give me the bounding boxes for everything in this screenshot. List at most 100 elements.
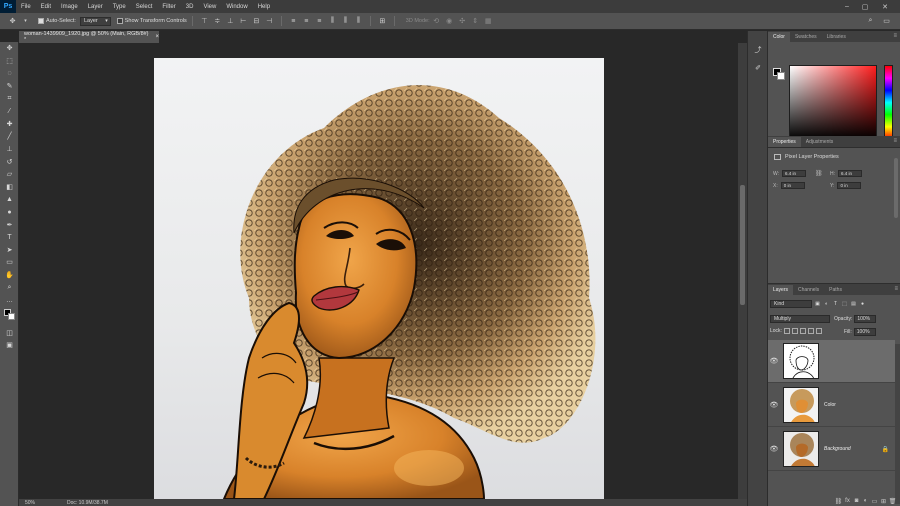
color-swatch-icon[interactable] xyxy=(0,306,19,326)
auto-select-option[interactable]: Auto-Select: xyxy=(38,18,76,24)
tab-adjustments[interactable]: Adjustments xyxy=(801,137,839,147)
scrollbar-thumb[interactable] xyxy=(740,185,745,305)
move-tool-icon[interactable]: ✥ xyxy=(8,17,17,26)
filter-toggle-icon[interactable]: ● xyxy=(859,301,866,308)
blur-tool-icon[interactable]: ▲ xyxy=(0,193,19,206)
width-input[interactable]: 6.4 in xyxy=(782,170,807,177)
3d-rotate-icon[interactable]: ⟲ xyxy=(432,17,441,26)
distribute-left-icon[interactable]: ⫼ xyxy=(328,17,337,26)
3d-roll-icon[interactable]: ◉ xyxy=(445,17,454,26)
quick-select-tool-icon[interactable]: ✎ xyxy=(0,80,19,93)
pen-tool-icon[interactable]: ✒ xyxy=(0,218,19,231)
shape-tool-icon[interactable]: ▭ xyxy=(0,256,19,269)
lock-pixels-icon[interactable] xyxy=(791,328,798,334)
menu-filter[interactable]: Filter xyxy=(157,4,180,10)
history-brush-tool-icon[interactable]: ↺ xyxy=(0,155,19,168)
tab-color[interactable]: Color xyxy=(768,32,790,42)
menu-file[interactable]: File xyxy=(16,4,36,10)
filter-pixel-icon[interactable]: ▣ xyxy=(814,301,821,308)
new-group-icon[interactable]: ▭ xyxy=(870,498,879,505)
filter-smart-object-icon[interactable]: ▤ xyxy=(850,301,857,308)
menu-help[interactable]: Help xyxy=(253,4,275,10)
screen-mode-icon[interactable]: ▣ xyxy=(0,339,19,352)
hand-tool-icon[interactable]: ✋ xyxy=(0,269,19,282)
close-window-icon[interactable]: ✕ xyxy=(878,0,892,13)
visibility-eye-icon[interactable]: 👁 xyxy=(768,445,780,453)
layer-name[interactable]: Background xyxy=(824,446,851,452)
maximize-icon[interactable]: ▢ xyxy=(858,0,872,13)
hue-slider[interactable] xyxy=(884,65,893,140)
brush-panel-icon[interactable]: ✐ xyxy=(748,59,768,77)
zoom-level[interactable]: 50% xyxy=(25,500,35,506)
tab-swatches[interactable]: Swatches xyxy=(790,32,822,42)
distribute-hcenter-icon[interactable]: ⫼ xyxy=(341,17,350,26)
layer-row-sketch[interactable]: 👁 xyxy=(768,340,895,383)
menu-view[interactable]: View xyxy=(198,4,221,10)
document-tab[interactable]: woman-1439909_1920.jpg @ 50% (Main, RGB/… xyxy=(19,31,159,43)
layer-name[interactable]: Color xyxy=(824,402,836,408)
transform-controls-checkbox[interactable] xyxy=(116,18,123,24)
filter-type-icon[interactable]: T xyxy=(832,301,839,308)
link-dimensions-icon[interactable]: ⛓ xyxy=(815,170,823,177)
zoom-tool-icon[interactable]: ⌕ xyxy=(0,281,19,294)
filter-adjustment-icon[interactable]: ◐ xyxy=(823,301,830,308)
menu-edit[interactable]: Edit xyxy=(36,4,56,10)
adjustment-layer-icon[interactable]: ◐ xyxy=(861,498,870,504)
clone-stamp-tool-icon[interactable]: ⊥ xyxy=(0,143,19,156)
link-layers-icon[interactable]: ⛓ xyxy=(834,498,843,505)
image-canvas[interactable] xyxy=(154,58,604,499)
y-input[interactable]: 0 in xyxy=(837,182,862,189)
tab-layers[interactable]: Layers xyxy=(768,285,794,295)
tab-properties[interactable]: Properties xyxy=(768,137,801,147)
marquee-tool-icon[interactable]: ⬚ xyxy=(0,55,19,68)
more-tools-icon[interactable]: … xyxy=(0,294,19,307)
background-color-swatch[interactable] xyxy=(777,72,785,80)
search-icon[interactable]: ⌕ xyxy=(866,17,875,26)
healing-brush-tool-icon[interactable]: ✚ xyxy=(0,118,19,131)
transform-controls-option[interactable]: Show Transform Controls xyxy=(116,18,187,24)
panel-menu-icon[interactable]: ≡ xyxy=(893,33,897,39)
visibility-eye-icon[interactable]: 👁 xyxy=(768,357,780,365)
3d-drag-icon[interactable]: ✣ xyxy=(458,17,467,26)
brush-tool-icon[interactable]: ╱ xyxy=(0,130,19,143)
3d-scale-icon[interactable]: ▦ xyxy=(484,17,493,26)
tab-libraries[interactable]: Libraries xyxy=(822,32,851,42)
dodge-tool-icon[interactable]: ● xyxy=(0,206,19,219)
3d-slide-icon[interactable]: ⇕ xyxy=(471,17,480,26)
delete-layer-icon[interactable]: 🗑 xyxy=(888,498,897,505)
fill-input[interactable]: 100% xyxy=(853,328,876,336)
distribute-right-icon[interactable]: ⫼ xyxy=(354,17,363,26)
lock-icon[interactable]: 🔒 xyxy=(882,446,889,453)
x-input[interactable]: 0 in xyxy=(780,182,805,189)
menu-type[interactable]: Type xyxy=(108,4,131,10)
close-tab-icon[interactable]: × xyxy=(155,34,159,40)
chevron-down-icon[interactable]: ▾ xyxy=(21,17,30,26)
auto-select-dropdown[interactable]: Layer xyxy=(79,16,111,26)
layer-row-background[interactable]: 👁 Background 🔒 xyxy=(768,428,895,471)
panel-menu-icon[interactable]: ≡ xyxy=(893,138,897,144)
filter-shape-icon[interactable]: ⬚ xyxy=(841,301,848,308)
quick-mask-icon[interactable]: ◫ xyxy=(0,326,19,339)
tab-channels[interactable]: Channels xyxy=(793,285,824,295)
lock-artboard-icon[interactable] xyxy=(807,328,814,334)
properties-scrollbar[interactable] xyxy=(894,158,898,218)
type-tool-icon[interactable]: T xyxy=(0,231,19,244)
new-layer-icon[interactable]: ⊞ xyxy=(879,498,888,505)
history-panel-icon[interactable]: ⤴ xyxy=(748,41,768,59)
move-tool-icon[interactable]: ✥ xyxy=(0,42,19,55)
align-top-icon[interactable]: ⊤ xyxy=(200,17,209,26)
gradient-tool-icon[interactable]: ◧ xyxy=(0,181,19,194)
menu-layer[interactable]: Layer xyxy=(83,4,108,10)
tab-paths[interactable]: Paths xyxy=(824,285,847,295)
path-select-tool-icon[interactable]: ➤ xyxy=(0,244,19,257)
distribute-vcenter-icon[interactable]: ≡ xyxy=(302,17,311,26)
auto-align-icon[interactable]: ⊞ xyxy=(378,17,387,26)
layers-scrollbar[interactable] xyxy=(895,344,900,504)
lock-all-icon[interactable] xyxy=(815,328,822,334)
color-picker-field[interactable] xyxy=(789,65,877,140)
layer-style-icon[interactable]: fx xyxy=(843,498,852,504)
minimize-icon[interactable]: – xyxy=(840,0,854,13)
align-right-icon[interactable]: ⊣ xyxy=(265,17,274,26)
lock-transparent-icon[interactable] xyxy=(783,328,790,334)
menu-select[interactable]: Select xyxy=(131,4,158,10)
